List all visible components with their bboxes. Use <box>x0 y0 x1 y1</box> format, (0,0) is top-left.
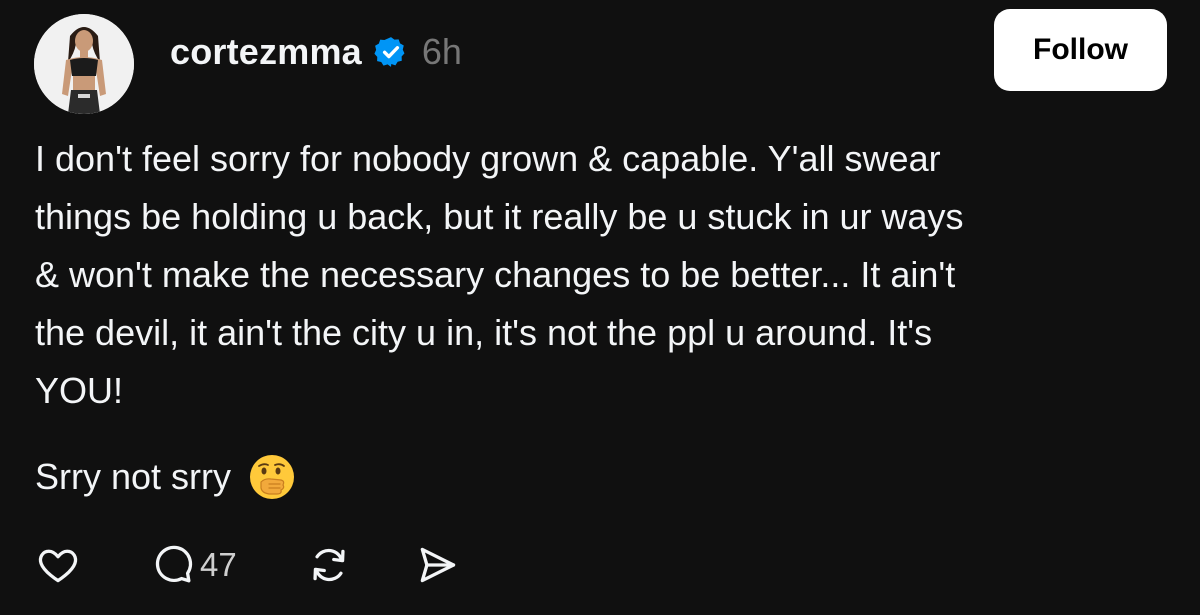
send-icon <box>415 543 459 587</box>
heart-icon <box>36 543 80 587</box>
post-body-second-paragraph: Srry not srry <box>35 448 297 506</box>
profile-photo <box>34 14 134 114</box>
reply-count: 47 <box>200 546 237 583</box>
post-actions: 47 <box>36 540 459 590</box>
thread-post: cortezmma 6h Follow I don't feel sorry f… <box>0 0 1200 615</box>
post-timestamp: 6h <box>421 31 462 72</box>
comment-bubble-icon <box>150 543 194 587</box>
share-button[interactable] <box>415 543 459 587</box>
post-body-line: Srry not srry <box>35 456 232 497</box>
face-with-hand-over-mouth-emoji <box>247 452 297 502</box>
avatar[interactable] <box>34 14 134 114</box>
like-button[interactable] <box>36 543 80 587</box>
verified-badge-icon <box>374 35 408 69</box>
post-body: I don't feel sorry for nobody grown & ca… <box>35 138 964 411</box>
post-header: cortezmma 6h <box>170 28 462 76</box>
repost-arrows-icon <box>307 543 351 587</box>
username[interactable]: cortezmma <box>170 31 362 73</box>
repost-button[interactable] <box>307 543 351 587</box>
follow-button[interactable]: Follow <box>994 9 1167 91</box>
reply-button[interactable]: 47 <box>150 543 237 587</box>
